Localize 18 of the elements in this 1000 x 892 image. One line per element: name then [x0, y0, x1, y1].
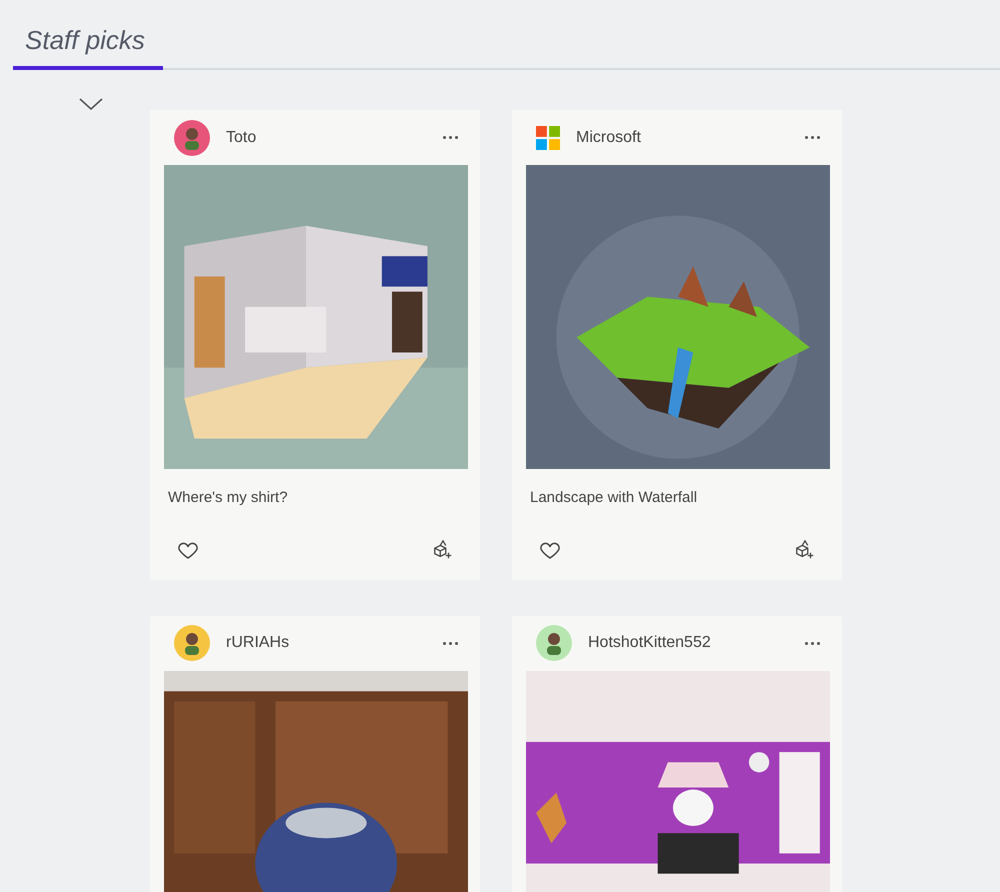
project-card[interactable]: Microsoft Landscape with Waterfall	[512, 110, 842, 580]
avatar	[536, 625, 572, 661]
project-card[interactable]: rURIAHs	[150, 616, 480, 892]
project-card[interactable]: Toto Where's my shirt?	[150, 110, 480, 580]
avatar	[174, 120, 210, 156]
project-title: Where's my shirt?	[168, 488, 289, 508]
four-squares-logo	[536, 126, 560, 150]
chevron-down-icon[interactable]	[79, 98, 103, 110]
tab[interactable]: Staff picks	[13, 0, 163, 70]
project-title: Landscape with Waterfall	[530, 488, 698, 508]
avatar	[174, 625, 210, 661]
author-name[interactable]: Microsoft	[576, 126, 641, 150]
author-name[interactable]: rURIAHs	[226, 631, 290, 655]
cube-plus-icon[interactable]	[432, 538, 454, 560]
author-name[interactable]: HotshotKitten552	[588, 631, 711, 655]
author-name[interactable]: Toto	[226, 126, 256, 150]
project-card[interactable]: HotshotKitten552	[512, 616, 842, 892]
cube-plus-icon[interactable]	[794, 538, 816, 560]
